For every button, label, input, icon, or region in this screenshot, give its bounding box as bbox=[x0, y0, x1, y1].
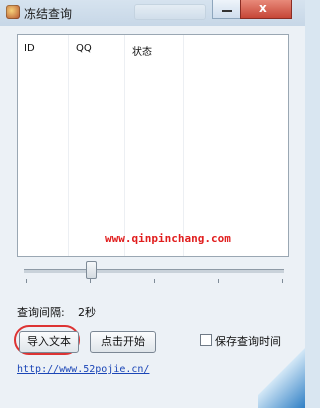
window-title: 冻结查询 bbox=[24, 7, 73, 21]
close-button[interactable]: x bbox=[240, 0, 292, 19]
column-header-id[interactable]: ID bbox=[24, 43, 35, 54]
start-button[interactable]: 点击开始 bbox=[90, 331, 156, 353]
app-icon bbox=[6, 5, 20, 19]
import-text-button[interactable]: 导入文本 bbox=[19, 331, 79, 353]
app-window: 冻结查询 x ID QQ 状态 www.qinpinchang.com 查询间隔… bbox=[0, 0, 305, 408]
slider-tick bbox=[218, 279, 219, 283]
close-icon: x bbox=[259, 1, 267, 15]
slider-thumb[interactable] bbox=[86, 261, 97, 279]
desktop-background-corner bbox=[258, 345, 305, 408]
minimize-button[interactable] bbox=[212, 0, 242, 19]
slider-tick bbox=[282, 279, 283, 283]
website-link[interactable]: http://www.52pojie.cn/ bbox=[17, 364, 149, 375]
result-list[interactable]: ID QQ 状态 www.qinpinchang.com bbox=[17, 34, 289, 257]
slider-tick bbox=[26, 279, 27, 283]
interval-label: 查询间隔: bbox=[17, 306, 65, 319]
slider-tick bbox=[90, 279, 91, 283]
column-divider bbox=[183, 35, 184, 256]
interval-value: 2秒 bbox=[78, 306, 96, 319]
title-bar[interactable]: 冻结查询 x bbox=[0, 0, 305, 26]
column-divider bbox=[68, 35, 69, 256]
interval-slider[interactable] bbox=[24, 261, 284, 289]
watermark-text: www.qinpinchang.com bbox=[105, 232, 231, 245]
column-header-status[interactable]: 状态 bbox=[132, 43, 152, 58]
column-header-qq[interactable]: QQ bbox=[76, 43, 92, 54]
background-window-tab bbox=[134, 4, 206, 20]
save-time-checkbox[interactable] bbox=[200, 334, 212, 346]
minimize-icon bbox=[222, 10, 232, 12]
slider-tick bbox=[154, 279, 155, 283]
column-divider bbox=[124, 35, 125, 256]
slider-track[interactable] bbox=[24, 269, 284, 273]
